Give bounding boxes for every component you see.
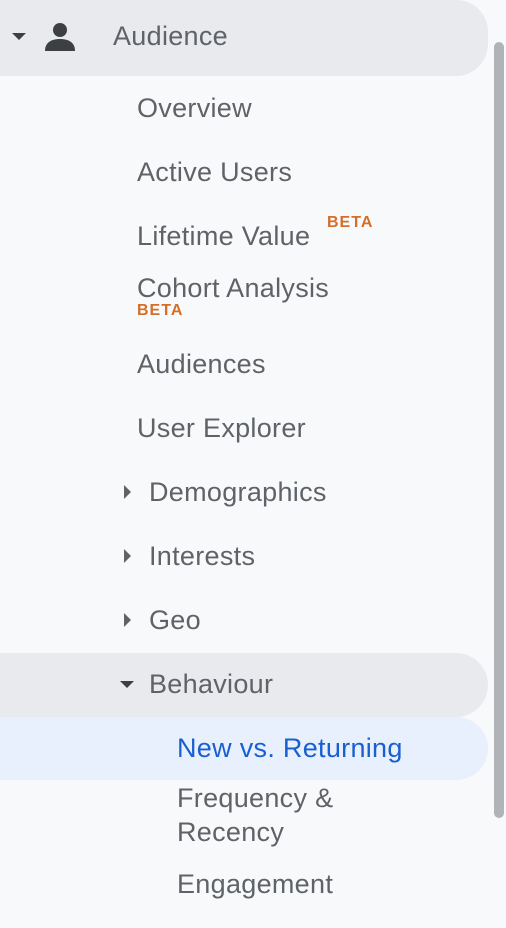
caret-down-icon[interactable] xyxy=(120,681,134,688)
nav-item-frequency-recency[interactable]: Frequency & Recency xyxy=(177,781,333,849)
lifetime-value-label: Lifetime Value xyxy=(137,221,311,251)
scrollbar-thumb[interactable] xyxy=(494,42,504,818)
nav-item-behaviour[interactable]: Behaviour xyxy=(149,667,273,701)
nav-item-interests[interactable]: Interests xyxy=(149,539,255,573)
nav-item-active-users[interactable]: Active Users xyxy=(137,155,292,189)
nav-item-engagement[interactable]: Engagement xyxy=(177,867,333,901)
caret-down-icon[interactable] xyxy=(12,33,26,40)
caret-right-icon[interactable] xyxy=(124,485,131,499)
nav-item-user-explorer[interactable]: User Explorer xyxy=(137,411,306,445)
nav-item-audiences[interactable]: Audiences xyxy=(137,347,266,381)
caret-right-icon[interactable] xyxy=(124,549,131,563)
nav-item-demographics[interactable]: Demographics xyxy=(149,475,327,509)
nav-item-geo[interactable]: Geo xyxy=(149,603,201,637)
audience-title: Audience xyxy=(113,21,228,51)
caret-right-icon[interactable] xyxy=(124,613,131,627)
nav-item-lifetime-value[interactable]: Lifetime Value xyxy=(137,219,310,253)
beta-badge: BETA xyxy=(137,302,184,319)
frequency-line-2: Recency xyxy=(177,817,285,847)
nav-item-overview[interactable]: Overview xyxy=(137,91,252,125)
beta-badge: BETA xyxy=(327,214,374,231)
frequency-line-1: Frequency & xyxy=(177,783,334,813)
audience-nav-panel: Audience Overview Active Users Lifetime … xyxy=(0,0,506,928)
person-icon xyxy=(45,23,75,51)
nav-item-new-vs-returning[interactable]: New vs. Returning xyxy=(177,731,403,765)
nav-item-cohort-analysis[interactable]: Cohort Analysis xyxy=(137,271,329,305)
